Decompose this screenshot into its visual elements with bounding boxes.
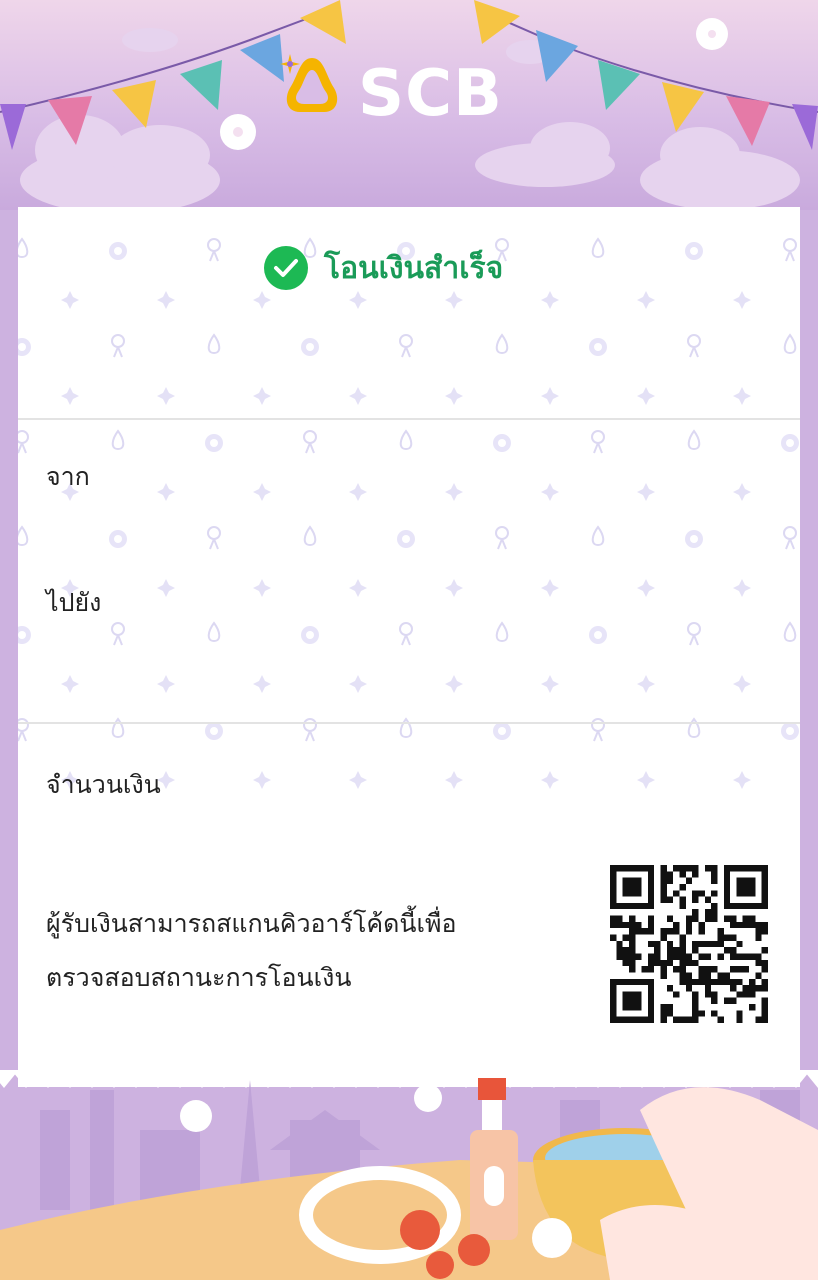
scb-logo: SCB [280, 54, 530, 134]
footer-illustration [0, 1070, 818, 1280]
qr-note-line2: ตรวจสอบสถานะการโอนเงิน [46, 963, 352, 992]
status-text: โอนเงินสำเร็จ [324, 250, 504, 286]
background-pattern [18, 237, 799, 789]
brand-name: SCB [358, 57, 503, 131]
torn-edge [0, 1070, 818, 1088]
qr-note-line1: ผู้รับเงินสามารถสแกนคิวอาร์โค้ดนี้เพื่อ [46, 909, 457, 938]
scented-water-bottle [470, 1078, 518, 1240]
songkran-illustration [0, 1070, 818, 1280]
transfer-status: โอนเงินสำเร็จ [264, 245, 503, 291]
header-banner: SCB [0, 0, 818, 210]
divider [18, 722, 800, 724]
divider [18, 418, 800, 420]
receipt-card: โอนเงินสำเร็จ จาก ไปยัง จำนวนเงิน ผู้รับ… [18, 207, 800, 1087]
from-label: จาก [46, 462, 90, 491]
to-label: ไปยัง [46, 588, 102, 617]
check-circle-icon [264, 246, 308, 290]
qr-note: ผู้รับเงินสามารถสแกนคิวอาร์โค้ดนี้เพื่อ … [46, 897, 526, 1005]
logo-star-icon [280, 54, 300, 74]
amount-label: จำนวนเงิน [46, 770, 161, 799]
qr-code-icon[interactable] [610, 865, 768, 1023]
